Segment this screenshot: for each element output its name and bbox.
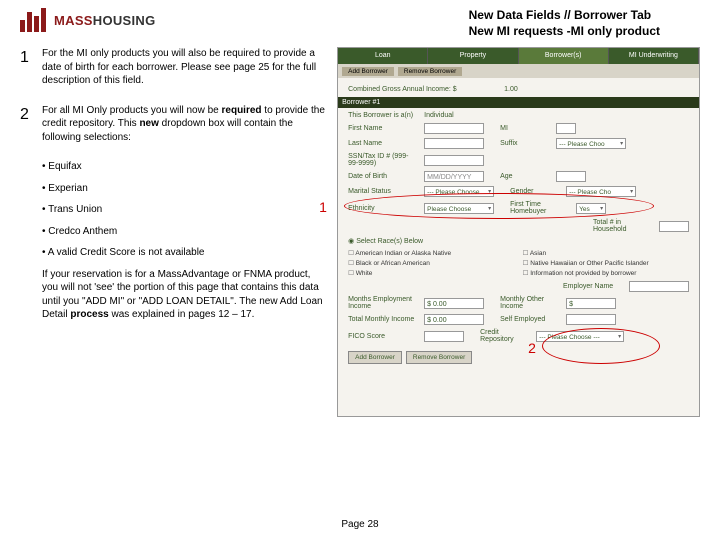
- app-screenshot: Loan Property Borrower(s) MI Underwritin…: [337, 47, 700, 417]
- remove-borrower-button[interactable]: Remove Borrower: [398, 67, 462, 76]
- add-borrower-btn[interactable]: Add Borrower: [348, 351, 402, 364]
- callout-marker-2: 2: [528, 340, 536, 356]
- tab-bar: Loan Property Borrower(s) MI Underwritin…: [338, 48, 699, 64]
- screenshot-column: 1 Loan Property Borrower(s) MI Underwrit…: [337, 47, 700, 417]
- suffix-select[interactable]: --- Please Choo: [556, 138, 626, 149]
- tmi-label: Total Monthly Income: [348, 316, 418, 323]
- list-item: A valid Credit Score is not available: [42, 247, 204, 258]
- mi-label: MI: [500, 125, 550, 132]
- borrower-type-value: Individual: [424, 112, 454, 119]
- fico-label: FICO Score: [348, 333, 418, 340]
- marital-select[interactable]: --- Please Choose: [424, 186, 494, 197]
- ethnicity-label: Ethnicity: [348, 205, 418, 212]
- ethnicity-select[interactable]: Please Choose: [424, 203, 494, 214]
- race-option[interactable]: Information not provided by borrower: [523, 269, 689, 277]
- list-item: Credco Anthem: [42, 226, 117, 237]
- callout-marker-1: 1: [319, 199, 327, 215]
- gender-select[interactable]: --- Please Cho: [566, 186, 636, 197]
- fthb-select[interactable]: Yes: [576, 203, 606, 214]
- age-label: Age: [500, 173, 550, 180]
- add-borrower-button[interactable]: Add Borrower: [342, 67, 394, 76]
- self-emp-label: Self Employed: [500, 316, 560, 323]
- logo-text: MASSHOUSING: [54, 13, 156, 28]
- tab-property[interactable]: Property: [428, 48, 518, 64]
- employer-label: Employer Name: [563, 283, 623, 290]
- income-label: Combined Gross Annual Income: $: [348, 86, 498, 93]
- gender-label: Gender: [510, 188, 560, 195]
- step-number-1: 1: [20, 47, 34, 96]
- employer-input[interactable]: [629, 281, 689, 292]
- instructions-column: 1 For the MI only products you will also…: [20, 47, 329, 417]
- repository-options-list: Equifax Experian Trans Union Credco Anth…: [42, 160, 329, 260]
- race-option[interactable]: Native Hawaiian or Other Pacific Islande…: [523, 259, 689, 267]
- race-option[interactable]: Asian: [523, 249, 689, 257]
- borrower-header: Borrower #1: [338, 97, 699, 108]
- race-label: ◉ Select Race(s) Below: [348, 237, 689, 245]
- list-item: Trans Union: [42, 204, 102, 215]
- tab-mi-underwriting[interactable]: MI Underwriting: [609, 48, 699, 64]
- household-input[interactable]: [659, 221, 689, 232]
- self-emp-input[interactable]: [566, 314, 616, 325]
- dob-input[interactable]: MM/DD/YYYY: [424, 171, 484, 182]
- last-name-label: Last Name: [348, 140, 418, 147]
- mi-input[interactable]: [556, 123, 576, 134]
- ssn-label: SSN/Tax ID # (999-99-9999): [348, 153, 418, 167]
- logo: MASSHOUSING: [20, 8, 156, 32]
- page-title: New Data Fields // Borrower Tab New MI r…: [469, 8, 700, 39]
- tab-borrowers[interactable]: Borrower(s): [519, 48, 609, 64]
- credit-repo-select[interactable]: --- Please Choose ---: [536, 331, 624, 342]
- age-input[interactable]: [556, 171, 586, 182]
- remove-borrower-btn[interactable]: Remove Borrower: [406, 351, 472, 364]
- race-option[interactable]: Black or African American: [348, 259, 514, 267]
- step-2-text: For all MI Only products you will now be…: [42, 104, 329, 145]
- race-option[interactable]: American Indian or Alaska Native: [348, 249, 514, 257]
- tab-loan[interactable]: Loan: [338, 48, 428, 64]
- step-3-text: If your reservation is for a MassAdvanta…: [42, 268, 329, 322]
- suffix-label: Suffix: [500, 140, 550, 147]
- first-name-label: First Name: [348, 125, 418, 132]
- page-number: Page 28: [0, 519, 720, 530]
- race-checkbox-group: American Indian or Alaska Native Asian B…: [348, 249, 689, 277]
- sub-toolbar: Add Borrower Remove Borrower: [338, 64, 699, 78]
- tmi-value: $ 0.00: [424, 314, 484, 325]
- moi-input[interactable]: $: [566, 298, 616, 309]
- household-label: Total # in Household: [593, 219, 653, 233]
- step-1-text: For the MI only products you will also b…: [42, 47, 329, 88]
- last-name-input[interactable]: [424, 138, 484, 149]
- fico-input[interactable]: [424, 331, 464, 342]
- fthb-label: First Time Homebuyer: [510, 201, 570, 215]
- logo-bars-icon: [20, 8, 46, 32]
- moi-label: Monthly Other Income: [500, 296, 560, 310]
- ssn-input[interactable]: [424, 155, 484, 166]
- marital-label: Marital Status: [348, 188, 418, 195]
- credit-repo-label: Credit Repository: [480, 329, 530, 343]
- race-option[interactable]: White: [348, 269, 514, 277]
- mei-value: $ 0.00: [424, 298, 484, 309]
- mei-label: Months Employment Income: [348, 296, 418, 310]
- step-number-2: 2: [20, 104, 34, 153]
- dob-label: Date of Birth: [348, 173, 418, 180]
- list-item: Experian: [42, 183, 88, 194]
- first-name-input[interactable]: [424, 123, 484, 134]
- income-value: 1.00: [504, 86, 518, 93]
- borrower-type-label: This Borrower is a(n): [348, 112, 418, 119]
- list-item: Equifax: [42, 161, 82, 172]
